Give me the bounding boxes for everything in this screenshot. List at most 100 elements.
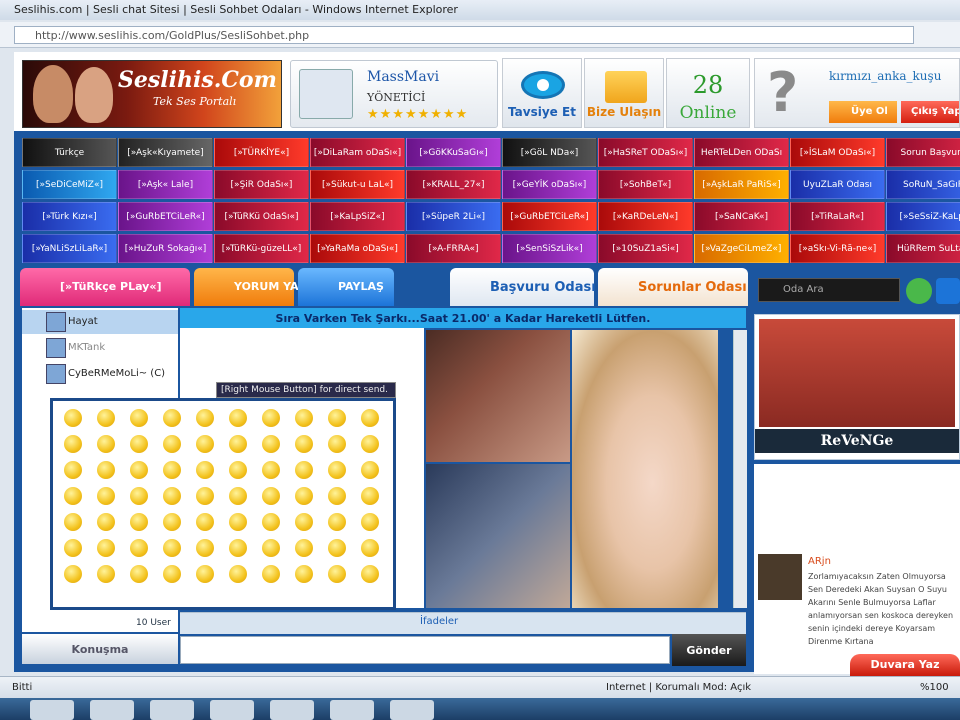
tab-sorunlar-odasi[interactable]: Sorunlar Odası [598, 268, 748, 306]
room-button[interactable]: [»KaRDeLeN«] [598, 202, 693, 231]
url-field[interactable]: http://www.seslihis.com/GoldPlus/SesliSo… [14, 26, 914, 44]
room-button[interactable]: [»GöL NDa«] [502, 138, 597, 167]
send-button[interactable]: Gönder [672, 634, 746, 666]
room-button[interactable]: Sorun Başvuru [886, 138, 960, 167]
emoji-icon[interactable] [64, 539, 82, 557]
taskbar-button[interactable] [330, 700, 374, 720]
room-button[interactable]: [»YaRaMa oDaSı«] [310, 234, 405, 263]
emoji-icon[interactable] [64, 513, 82, 531]
taskbar-button[interactable] [390, 700, 434, 720]
emoji-icon[interactable] [163, 435, 181, 453]
emoji-icon[interactable] [295, 539, 313, 557]
emoji-icon[interactable] [361, 487, 379, 505]
room-button[interactable]: HüRRem SuLtan [886, 234, 960, 263]
emoji-icon[interactable] [229, 487, 247, 505]
emoji-icon[interactable] [328, 461, 346, 479]
emoji-icon[interactable] [64, 461, 82, 479]
room-button[interactable]: [»SeSsiZ-KaLp] [886, 202, 960, 231]
emoji-icon[interactable] [328, 513, 346, 531]
user-row[interactable]: MKTank [22, 336, 178, 360]
room-button[interactable]: [»AşkLaR PaRiS«] [694, 170, 789, 199]
emoji-icon[interactable] [163, 487, 181, 505]
emoji-icon[interactable] [262, 435, 280, 453]
room-button[interactable]: [»GuRbETCiLeR«] [118, 202, 213, 231]
emoji-icon[interactable] [262, 461, 280, 479]
room-button[interactable]: [»İSLaM ODaSı«] [790, 138, 885, 167]
room-button[interactable]: [»Aşk« Lale] [118, 170, 213, 199]
room-button[interactable]: [»SohBeT«] [598, 170, 693, 199]
emoji-icon[interactable] [328, 487, 346, 505]
chat-scrollbar[interactable] [733, 330, 747, 608]
emoji-icon[interactable] [130, 435, 148, 453]
room-button[interactable]: [»GöKKuSaGı«] [406, 138, 501, 167]
emoji-icon[interactable] [163, 461, 181, 479]
room-button[interactable]: SoRuN_SaGıR [886, 170, 960, 199]
emoji-icon[interactable] [196, 513, 214, 531]
emoji-icon[interactable] [97, 409, 115, 427]
emoji-icon[interactable] [130, 513, 148, 531]
message-input[interactable] [180, 636, 670, 664]
emoji-icon[interactable] [262, 513, 280, 531]
room-button[interactable]: [»KRALL_27«] [406, 170, 501, 199]
taskbar-button[interactable] [30, 700, 74, 720]
room-button[interactable]: [»TüRKü-güzeLL«] [214, 234, 309, 263]
room-button[interactable]: [»HuZuR Sokağı«] [118, 234, 213, 263]
emoji-icon[interactable] [229, 513, 247, 531]
site-logo[interactable]: Seslihis.Com Tek Ses Portalı [22, 60, 282, 128]
emoji-icon[interactable] [229, 565, 247, 583]
room-button[interactable]: [»Sükut-u LaL«] [310, 170, 405, 199]
room-button[interactable]: [»GeYİK oDaSı«] [502, 170, 597, 199]
emoji-icon[interactable] [196, 539, 214, 557]
room-button[interactable]: [»TiRaLaR«] [790, 202, 885, 231]
refresh-icon[interactable] [906, 278, 932, 304]
emoji-icon[interactable] [196, 435, 214, 453]
emoji-icon[interactable] [130, 487, 148, 505]
room-search-input[interactable]: Oda Ara [758, 278, 900, 302]
emoji-icon[interactable] [295, 409, 313, 427]
emoji-icon[interactable] [328, 565, 346, 583]
emoji-icon[interactable] [361, 409, 379, 427]
room-button[interactable]: [»SenSiSzLik«] [502, 234, 597, 263]
emoji-icon[interactable] [295, 513, 313, 531]
logout-button[interactable]: Çıkış Yap [901, 101, 959, 123]
room-button[interactable]: HeRTeLDen ODaSı [694, 138, 789, 167]
back-icon[interactable] [936, 278, 960, 304]
emoji-icon[interactable] [130, 461, 148, 479]
room-button[interactable]: [»aSkı-Vi-Rã-ne«] [790, 234, 885, 263]
emoji-icon[interactable] [295, 461, 313, 479]
emoji-icon[interactable] [328, 435, 346, 453]
room-button[interactable]: [»ŞiR OdaSı«] [214, 170, 309, 199]
emoji-icon[interactable] [130, 565, 148, 583]
emoji-icon[interactable] [295, 565, 313, 583]
emoji-icon[interactable] [97, 539, 115, 557]
emoji-icon[interactable] [163, 513, 181, 531]
emoji-icon[interactable] [295, 487, 313, 505]
emoji-icon[interactable] [196, 487, 214, 505]
room-button[interactable]: Türkçe [22, 138, 117, 167]
user-row[interactable]: Hayat [22, 310, 178, 334]
taskbar-button[interactable] [270, 700, 314, 720]
emoji-icon[interactable] [295, 435, 313, 453]
emoji-icon[interactable] [328, 539, 346, 557]
emoji-icon[interactable] [262, 565, 280, 583]
emoji-icon[interactable] [163, 565, 181, 583]
room-button[interactable]: [»SeDiCeMiZ«] [22, 170, 117, 199]
room-button[interactable]: [»10SuZ1aSi«] [598, 234, 693, 263]
emoji-icon[interactable] [163, 409, 181, 427]
emoji-icon[interactable] [196, 461, 214, 479]
emoji-icon[interactable] [64, 409, 82, 427]
taskbar-button[interactable] [210, 700, 254, 720]
emoji-icon[interactable] [262, 409, 280, 427]
featured-user[interactable]: ReVeNGe [754, 314, 960, 460]
emoji-icon[interactable] [262, 539, 280, 557]
emoji-icon[interactable] [361, 565, 379, 583]
emoji-icon[interactable] [97, 513, 115, 531]
emoji-icon[interactable] [229, 409, 247, 427]
room-button[interactable]: [»TüRKü OdaSı«] [214, 202, 309, 231]
taskbar-button[interactable] [90, 700, 134, 720]
room-button[interactable]: [»YaNLiSzLiLaR«] [22, 234, 117, 263]
room-button[interactable]: [»GuRbETCiLeR«] [502, 202, 597, 231]
room-button[interactable]: [»VaZgeCiLmeZ«] [694, 234, 789, 263]
emoji-icon[interactable] [97, 565, 115, 583]
emoji-icon[interactable] [328, 409, 346, 427]
